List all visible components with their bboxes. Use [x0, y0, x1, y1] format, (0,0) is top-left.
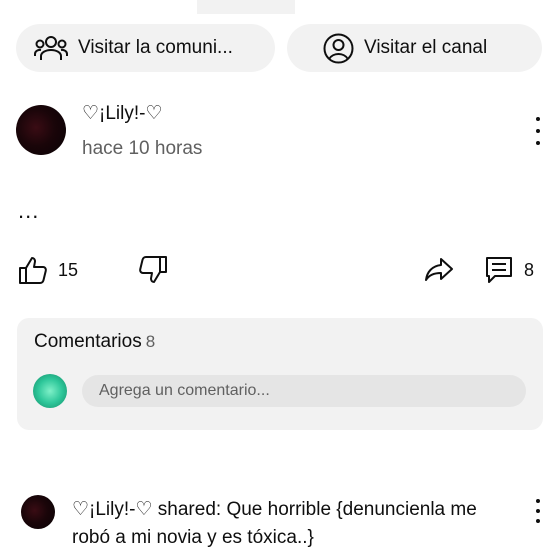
account-icon: [323, 33, 354, 63]
visit-channel-label: Visitar el canal: [364, 37, 488, 58]
comment-author[interactable]: ♡¡Lily!-♡: [72, 499, 153, 520]
visit-community-button[interactable]: Visitar la comuni...: [16, 24, 275, 72]
comments-title: Comentarios: [34, 331, 142, 352]
share-icon: [425, 258, 453, 281]
comment-button[interactable]: 8: [484, 255, 534, 285]
thumb-down-icon: [139, 256, 167, 283]
comment-action: shared:: [157, 499, 222, 520]
commenter-avatar[interactable]: [21, 495, 55, 529]
like-button[interactable]: 15: [18, 255, 78, 285]
current-user-avatar: [33, 374, 67, 408]
comment-icon: [486, 257, 512, 283]
top-tab-fragment: [197, 0, 295, 14]
comments-total: 8: [145, 332, 156, 351]
dislike-button[interactable]: [138, 255, 168, 285]
post-timestamp: hace 10 horas: [82, 138, 203, 159]
comment-input[interactable]: Agrega un comentario...: [82, 375, 526, 407]
comments-section[interactable]: Comentarios 8 Agrega un comentario...: [17, 318, 543, 430]
visit-community-label: Visitar la comuni...: [78, 37, 233, 58]
author-avatar[interactable]: [16, 105, 66, 155]
visit-channel-button[interactable]: Visitar el canal: [287, 24, 542, 72]
comments-heading: Comentarios 8: [34, 331, 155, 353]
post-body: ...: [18, 198, 40, 223]
thumb-up-icon: [19, 257, 47, 284]
like-count: 15: [58, 259, 79, 280]
comment-count: 8: [524, 259, 535, 280]
more-vert-icon[interactable]: [528, 117, 548, 145]
people-icon: [34, 36, 68, 60]
more-vert-icon[interactable]: [528, 499, 548, 523]
share-button[interactable]: [424, 255, 454, 285]
top-comment: ♡¡Lily!-♡ shared: Que horrible {denuncie…: [72, 496, 502, 552]
post-author[interactable]: ♡¡Lily!-♡: [82, 102, 163, 125]
